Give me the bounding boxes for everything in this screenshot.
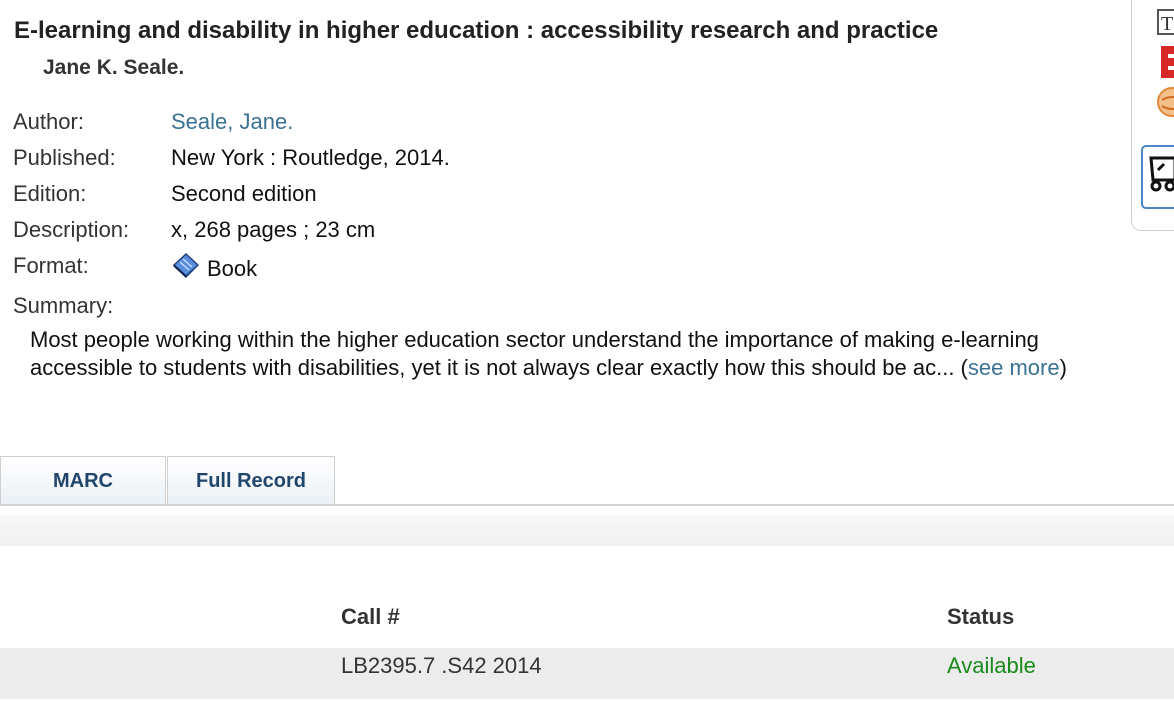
description-label: Description: (13, 217, 130, 242)
tab-divider (0, 504, 1174, 506)
format-value: Book (207, 256, 258, 281)
format-value-container: Book (171, 251, 257, 287)
record-tabs: MARC Full Record (0, 456, 335, 505)
author-value-container: Seale, Jane. (171, 109, 293, 135)
call-number-cell: LB2395.7 .S42 2014 (341, 653, 542, 678)
red-badge-icon[interactable] (1161, 46, 1174, 78)
status-header: Status (947, 604, 1015, 629)
author-link[interactable]: Seale, Jane. (171, 109, 293, 134)
summary-close-paren: ) (1059, 355, 1067, 380)
author-label: Author: (13, 109, 84, 134)
published-label: Published: (13, 145, 116, 170)
summary-body: Most people working within the higher ed… (30, 327, 1039, 380)
cart-icon-frame (1141, 145, 1174, 209)
tab-marc[interactable]: MARC (0, 456, 166, 505)
description-value: x, 268 pages ; 23 cm (171, 217, 376, 242)
side-tools-panel: T (1131, 0, 1174, 231)
call-number-header: Call # (341, 604, 400, 629)
published-value: New York : Routledge, 2014. (171, 145, 450, 170)
summary-label: Summary: (13, 293, 114, 318)
format-label: Format: (13, 253, 89, 278)
book-icon (171, 251, 201, 287)
edition-value: Second edition (171, 181, 317, 206)
orange-icon[interactable] (1157, 87, 1174, 117)
content-band (0, 515, 1174, 546)
summary-text: Most people working within the higher ed… (30, 326, 1145, 382)
see-more-link[interactable]: see more (968, 355, 1060, 380)
svg-text:T: T (1161, 13, 1173, 35)
record-title: E-learning and disability in higher educ… (14, 17, 939, 44)
text-icon[interactable]: T (1157, 9, 1174, 35)
statement-of-responsibility: Jane K. Seale. (43, 56, 185, 79)
edition-label: Edition: (13, 181, 87, 206)
tab-full-record[interactable]: Full Record (167, 456, 335, 505)
status-cell: Available (947, 653, 1036, 678)
